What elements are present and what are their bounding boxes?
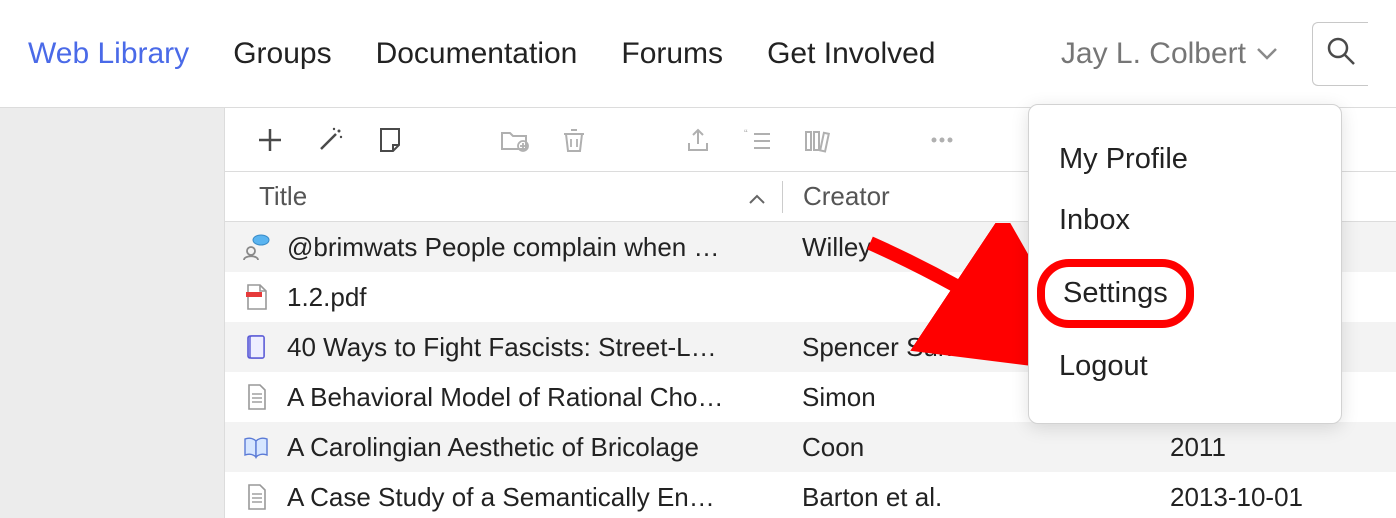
chevron-down-icon xyxy=(1256,47,1278,61)
nav-get-involved[interactable]: Get Involved xyxy=(767,37,935,71)
main-area: “ Title Creator xyxy=(0,108,1396,518)
book-open-icon xyxy=(225,435,287,459)
cell-creator: Barton et al. xyxy=(782,482,1150,513)
nav-documentation[interactable]: Documentation xyxy=(376,37,578,71)
search-icon xyxy=(1325,35,1357,72)
add-icon[interactable] xyxy=(253,123,287,157)
user-menu-toggle[interactable]: Jay L. Colbert xyxy=(1061,37,1278,71)
wand-icon[interactable] xyxy=(313,123,347,157)
table-row[interactable]: A Case Study of a Semantically En… Barto… xyxy=(225,472,1396,518)
more-icon[interactable] xyxy=(925,123,959,157)
sidebar xyxy=(0,108,225,518)
nav-groups[interactable]: Groups xyxy=(233,37,331,71)
cell-title: 1.2.pdf xyxy=(287,282,782,313)
column-creator-label: Creator xyxy=(803,181,890,211)
column-title-label: Title xyxy=(259,181,307,212)
menu-logout[interactable]: Logout xyxy=(1059,336,1311,397)
cell-date: 2013-10-01 xyxy=(1150,482,1396,513)
sort-asc-icon xyxy=(748,181,766,212)
book-icon xyxy=(225,333,287,361)
column-header-title[interactable]: Title xyxy=(225,181,782,212)
user-dropdown: My Profile Inbox Settings Logout xyxy=(1028,104,1342,424)
menu-inbox[interactable]: Inbox xyxy=(1059,190,1311,251)
user-name-label: Jay L. Colbert xyxy=(1061,37,1246,71)
cell-title: A Carolingian Aesthetic of Bricolage xyxy=(287,432,782,463)
doc-icon xyxy=(225,483,287,511)
pdf-icon xyxy=(225,283,287,311)
cell-creator: Coon xyxy=(782,432,1150,463)
cell-date: 2011 xyxy=(1150,432,1396,463)
content-pane: “ Title Creator xyxy=(225,108,1396,518)
svg-text:“: “ xyxy=(744,128,748,140)
note-icon[interactable] xyxy=(373,123,407,157)
cell-title: @brimwats People complain when … xyxy=(287,232,782,263)
cell-title: A Case Study of a Semantically En… xyxy=(287,482,782,513)
trash-icon[interactable] xyxy=(557,123,591,157)
cell-title: 40 Ways to Fight Fascists: Street-L… xyxy=(287,332,782,363)
nav-web-library[interactable]: Web Library xyxy=(28,37,189,71)
stacks-icon[interactable] xyxy=(801,123,835,157)
forum-post-icon xyxy=(225,234,287,260)
nav-links: Web Library Groups Documentation Forums … xyxy=(28,37,936,71)
cell-title: A Behavioral Model of Rational Cho… xyxy=(287,382,782,413)
search-input[interactable] xyxy=(1312,22,1368,86)
doc-icon xyxy=(225,383,287,411)
top-nav: Web Library Groups Documentation Forums … xyxy=(0,0,1396,108)
nav-forums[interactable]: Forums xyxy=(621,37,723,71)
menu-my-profile[interactable]: My Profile xyxy=(1059,129,1311,190)
folder-add-icon[interactable] xyxy=(497,123,531,157)
menu-settings[interactable]: Settings xyxy=(1037,259,1194,328)
citation-icon[interactable]: “ xyxy=(741,123,775,157)
table-row[interactable]: A Carolingian Aesthetic of Bricolage Coo… xyxy=(225,422,1396,472)
export-icon[interactable] xyxy=(681,123,715,157)
